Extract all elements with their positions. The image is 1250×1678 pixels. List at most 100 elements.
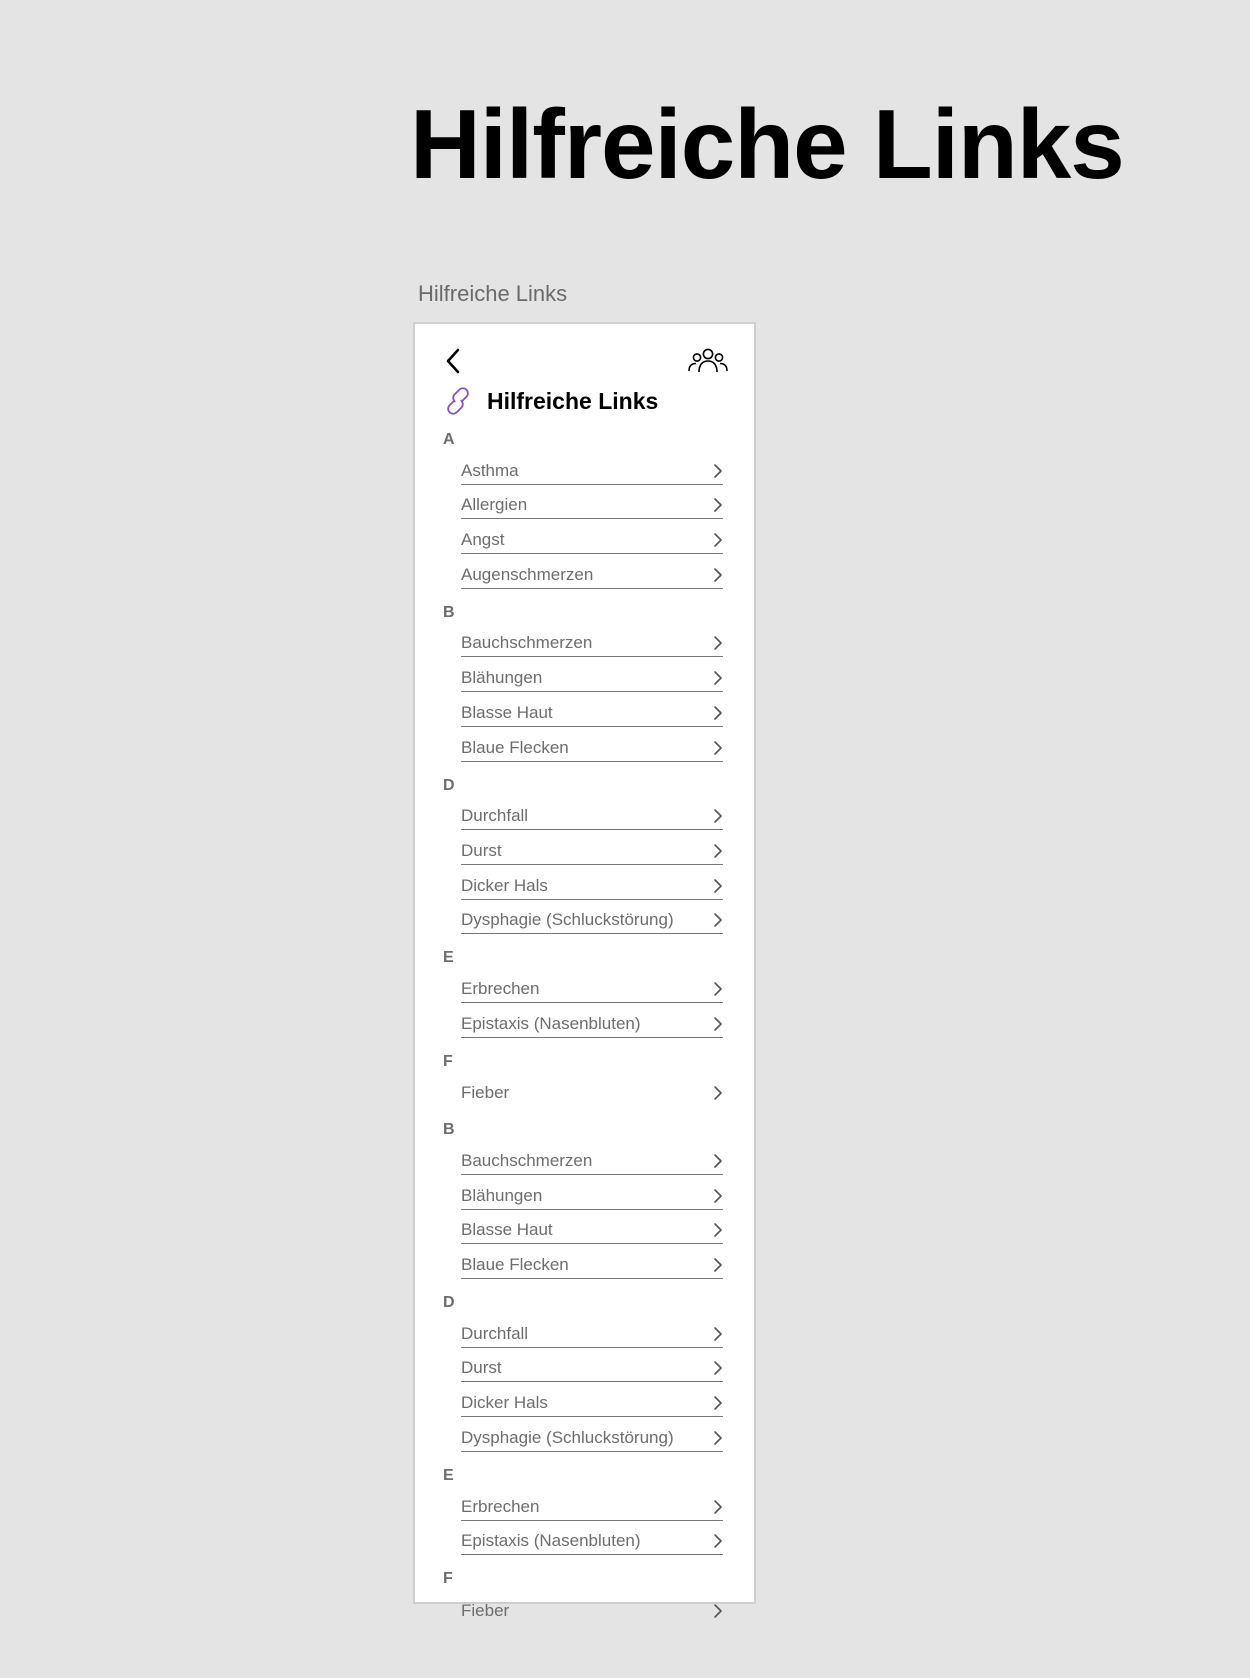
- link-list-item[interactable]: Augenschmerzen: [461, 554, 723, 589]
- link-label: Blähungen: [461, 1185, 543, 1205]
- link-list-item[interactable]: Blasse Haut: [461, 1210, 723, 1245]
- link-label: Allergien: [461, 495, 528, 515]
- section-letter: B: [443, 1121, 455, 1139]
- chevron-right-icon: [714, 1604, 722, 1618]
- link-list-item[interactable]: Blaue Flecken: [461, 727, 723, 762]
- chevron-right-icon: [714, 1534, 722, 1548]
- chevron-right-icon: [714, 809, 722, 823]
- people-group-icon[interactable]: [688, 348, 728, 374]
- link-list-item[interactable]: Bauchschmerzen: [461, 623, 723, 658]
- section-letter: F: [443, 1570, 453, 1588]
- section-letter: F: [443, 1052, 453, 1070]
- chevron-right-icon: [714, 982, 722, 996]
- link-list-item[interactable]: Durst: [461, 1348, 723, 1383]
- link-label: Durst: [461, 1358, 502, 1378]
- screen-title: Hilfreiche Links: [487, 388, 659, 414]
- link-label: Angst: [461, 530, 505, 550]
- link-label: Augenschmerzen: [461, 564, 594, 584]
- link-label: Bauchschmerzen: [461, 633, 593, 653]
- list-section: F Fieber: [443, 1569, 733, 1624]
- section-letter: E: [443, 1466, 454, 1484]
- link-list-item[interactable]: Asthma: [461, 450, 723, 485]
- link-list-item[interactable]: Epistaxis (Nasenbluten): [461, 1521, 723, 1556]
- chevron-right-icon: [714, 1154, 722, 1168]
- chevron-right-icon: [714, 1016, 722, 1031]
- link-list-item[interactable]: Dysphagie (Schluckstörung): [461, 900, 723, 935]
- chevron-right-icon: [714, 1086, 722, 1101]
- link-label: Bauchschmerzen: [461, 1151, 593, 1170]
- link-list-item[interactable]: Blaue Flecken: [461, 1244, 723, 1280]
- section-letter: D: [443, 1294, 455, 1312]
- chevron-right-icon: [714, 567, 722, 582]
- chevron-right-icon: [714, 844, 722, 858]
- link-list-item[interactable]: Fieber: [461, 1072, 723, 1107]
- link-list-item[interactable]: Angst: [461, 519, 723, 555]
- link-list-item[interactable]: Blähungen: [461, 657, 723, 693]
- chevron-right-icon: [714, 1361, 722, 1376]
- link-label: Blaue Flecken: [461, 737, 569, 757]
- section-letter: D: [443, 776, 455, 794]
- chevron-right-icon: [714, 740, 722, 755]
- link-label: Dysphagie (Schluckstörung): [461, 910, 674, 930]
- link-list-item[interactable]: Bauchschmerzen: [461, 1140, 723, 1175]
- frame-label: Hilfreiche Links: [418, 281, 568, 306]
- link-list-item[interactable]: Blähungen: [461, 1175, 723, 1210]
- list-section: A Asthma Allergien Angst Augenschmerzen: [443, 430, 733, 589]
- section-letter: E: [443, 949, 454, 967]
- chevron-left-icon[interactable]: [443, 347, 465, 375]
- link-label: Blasse Haut: [461, 702, 553, 722]
- link-list-item[interactable]: Blasse Haut: [461, 692, 723, 727]
- link-label: Durchfall: [461, 1323, 529, 1343]
- chevron-right-icon: [714, 1258, 722, 1272]
- chevron-right-icon: [714, 636, 722, 651]
- link-label: Fieber: [461, 1600, 510, 1620]
- list-section: B Bauchschmerzen Blähungen Blasse Haut Blaue…: [443, 603, 733, 762]
- link-label: Fieber: [461, 1083, 510, 1103]
- chevron-right-icon: [714, 1499, 722, 1514]
- chevron-right-icon: [714, 913, 722, 928]
- link-label: Erbrechen: [461, 978, 540, 998]
- title-row: Hilfreiche Links: [443, 384, 658, 418]
- list-section: B Bauchschmerzen Blähungen Blasse Haut Blaue…: [443, 1120, 733, 1280]
- list-section: D Durchfall Durst Dicker Hals Dysphagie (Sch…: [443, 776, 733, 935]
- link-list-item[interactable]: Dicker Hals: [461, 865, 723, 900]
- section-letter: A: [443, 431, 455, 448]
- link-list-item[interactable]: Erbrechen: [461, 968, 723, 1003]
- link-label: Durchfall: [461, 806, 529, 826]
- link-label: Asthma: [461, 460, 519, 480]
- chevron-right-icon: [714, 1188, 722, 1203]
- link-label: Blaue Flecken: [461, 1255, 569, 1275]
- chevron-right-icon: [714, 533, 722, 547]
- chevron-right-icon: [714, 1396, 722, 1410]
- link-list-item[interactable]: Allergien: [461, 485, 723, 520]
- link-list-item[interactable]: Dysphagie (Schluckstörung): [461, 1417, 723, 1452]
- list-section: E Erbrechen Epistaxis (Nasenbluten): [443, 948, 733, 1038]
- link-list-item[interactable]: Durst: [461, 830, 723, 865]
- chevron-right-icon: [714, 1223, 722, 1238]
- chevron-right-icon: [714, 878, 722, 893]
- link-label: Blähungen: [461, 668, 543, 688]
- link-list-item[interactable]: Durchfall: [461, 1313, 723, 1348]
- link-label: Dicker Hals: [461, 875, 548, 895]
- link-list-item[interactable]: Durchfall: [461, 796, 723, 831]
- link-list-item[interactable]: Dicker Hals: [461, 1382, 723, 1418]
- list-section: F Fieber: [443, 1052, 733, 1107]
- chevron-right-icon: [714, 671, 722, 685]
- link-label: Epistaxis (Nasenbluten): [461, 1531, 641, 1551]
- page-heading: Hilfreiche Links: [410, 89, 1125, 199]
- section-letter: B: [443, 603, 455, 621]
- link-list: A Asthma Allergien Angst Augenschmerzen B Bauc…: [443, 430, 733, 1638]
- chevron-right-icon: [714, 498, 722, 513]
- link-label: Epistaxis (Nasenbluten): [461, 1013, 641, 1033]
- chevron-right-icon: [714, 1431, 722, 1445]
- link-list-item[interactable]: Erbrechen: [461, 1486, 723, 1521]
- link-label: Durst: [461, 840, 502, 860]
- link-chain-icon: [447, 387, 469, 415]
- chevron-right-icon: [714, 706, 722, 720]
- link-list-item[interactable]: Fieber: [461, 1589, 723, 1624]
- link-label: Dysphagie (Schluckstörung): [461, 1427, 674, 1447]
- link-label: Dicker Hals: [461, 1393, 548, 1413]
- list-section: E Erbrechen Epistaxis (Nasenbluten): [443, 1466, 733, 1556]
- chevron-right-icon: [714, 1326, 722, 1341]
- link-list-item[interactable]: Epistaxis (Nasenbluten): [461, 1003, 723, 1038]
